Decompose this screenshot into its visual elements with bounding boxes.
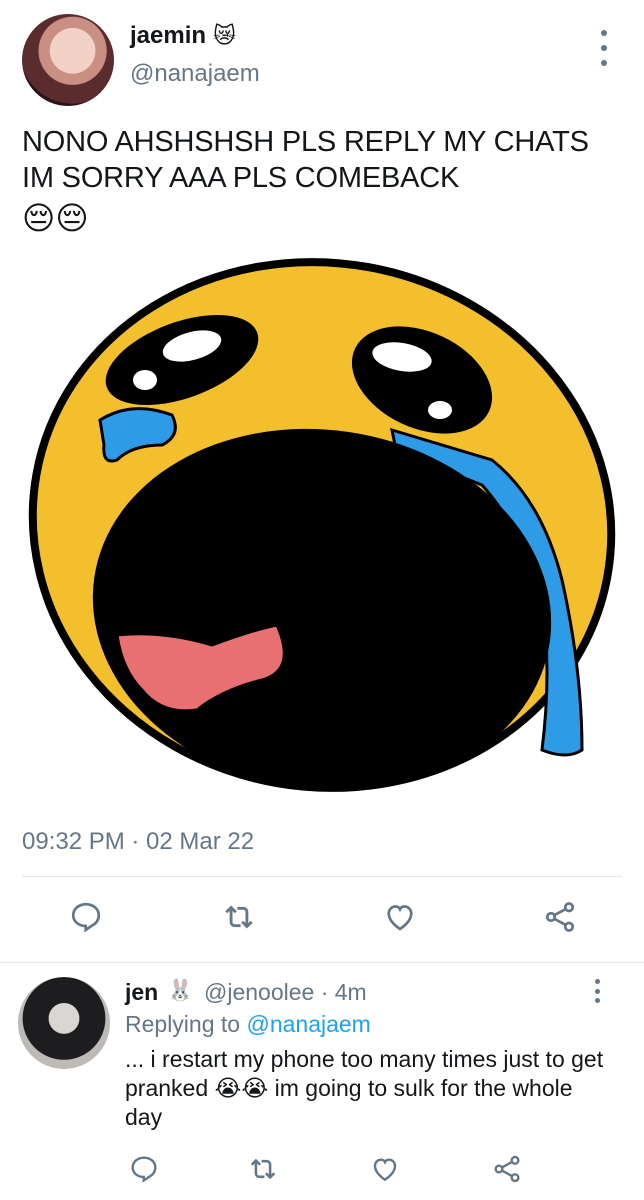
reply-button[interactable]: [124, 1149, 164, 1189]
speech-bubble-icon: [131, 1156, 157, 1183]
retweet-icon: [250, 1158, 276, 1180]
retweet-icon: [225, 905, 253, 929]
author-name[interactable]: jaemin: [130, 22, 206, 50]
reply-text: ... i restart my phone too many times ju…: [125, 1046, 604, 1130]
replying-mention[interactable]: @nanajaem: [246, 1011, 370, 1037]
author-avatar[interactable]: [22, 14, 114, 106]
tweet-image[interactable]: [22, 250, 622, 810]
retweet-button[interactable]: [243, 1149, 283, 1189]
author-handle[interactable]: @nanajaem: [130, 60, 260, 88]
tweet-emoji: 😔😔: [22, 200, 89, 236]
divider: [0, 962, 644, 963]
vertical-dots-icon[interactable]: [594, 30, 614, 66]
author-emoji: 😿: [213, 23, 236, 48]
replying-to: Replying to @nanajaem: [125, 1011, 371, 1038]
vertical-dots-icon[interactable]: [590, 979, 604, 1003]
share-icon: [545, 902, 575, 932]
replying-prefix: Replying to: [125, 1011, 247, 1037]
reply-handle-time[interactable]: @jenoolee · 4m: [204, 979, 367, 1006]
heart-icon: [387, 905, 413, 931]
share-icon: [494, 1155, 520, 1183]
main-tweet: jaemin 😿 @nanajaem NONO AHSHSHSH PLS REP…: [0, 0, 644, 965]
divider: [22, 876, 622, 877]
reply-button[interactable]: [66, 897, 106, 937]
heart-icon: [373, 1158, 397, 1182]
reply-author-name[interactable]: jen: [125, 979, 158, 1006]
reply-author-emoji: 🐰: [167, 979, 194, 1002]
share-button[interactable]: [540, 897, 580, 937]
reply-tweet[interactable]: jen 🐰 @jenoolee · 4m Replying to @nanaja…: [0, 965, 644, 1200]
share-button[interactable]: [487, 1149, 527, 1189]
like-button[interactable]: [365, 1149, 405, 1189]
tweet-actions: [0, 897, 644, 941]
reply-avatar[interactable]: [18, 977, 110, 1069]
tweet-timestamp: 09:32 PM · 02 Mar 22: [22, 828, 255, 855]
speech-bubble-icon: [71, 902, 101, 933]
tweet-text: NONO AHSHSHSH PLS REPLY MY CHATS IM SORR…: [22, 126, 589, 194]
like-button[interactable]: [380, 897, 420, 937]
retweet-button[interactable]: [219, 897, 259, 937]
reply-actions: [0, 1151, 644, 1187]
